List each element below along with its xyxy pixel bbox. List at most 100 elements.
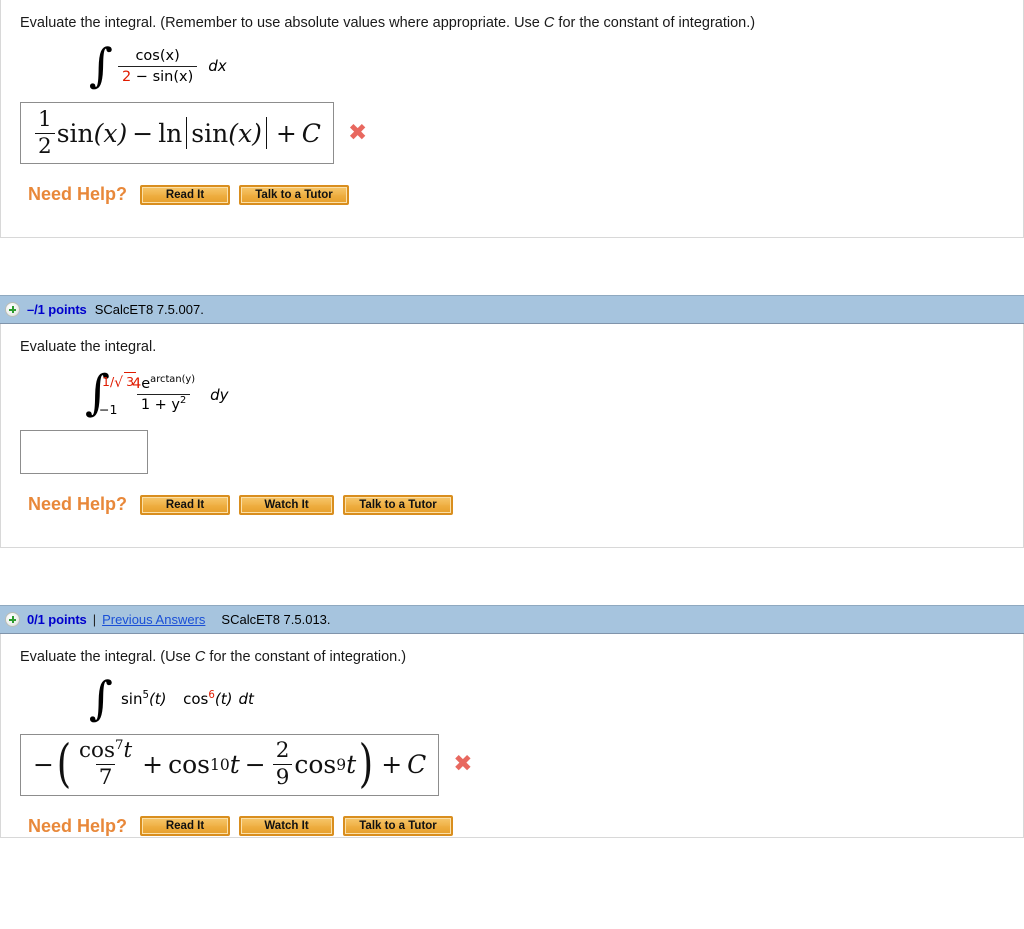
problem-3-prompt: Evaluate the integral. (Use C for the co… [1, 648, 1023, 667]
problem-1-prompt: Evaluate the integral. (Remember to use … [1, 14, 1023, 33]
prompt-text-part: for the constant of integration.) [554, 15, 756, 31]
watch-it-button[interactable]: Watch It [239, 494, 335, 515]
sin-argument-2: (x) [228, 118, 262, 148]
constant-c: C [407, 750, 427, 780]
leading-minus: − [33, 750, 54, 780]
problem-3-answer-row: − ( cos7t 7 + cos 10 t − 2 9 cos 9 t) +… [1, 733, 1023, 796]
integrand-3: sin5(t) cos6(t) [121, 690, 232, 708]
card-gap-1 [0, 238, 1024, 296]
denominator-exponent: 2 [180, 395, 187, 407]
points-label-3: 0/1 points [27, 612, 87, 628]
integrand-fraction-2: 4earctan(y) 1 + y2 [128, 375, 199, 414]
need-help-label: Need Help? [28, 184, 128, 205]
denominator-rest: − sin(x) [131, 68, 194, 85]
answer-input-3[interactable]: − ( cos7t 7 + cos 10 t − 2 9 cos 9 t) +… [20, 733, 440, 796]
numerator-exponent: arctan(y) [150, 374, 196, 386]
answer-3-expression: − ( cos7t 7 + cos 10 t − 2 9 cos 9 t) +… [33, 733, 427, 794]
problem-2-prompt: Evaluate the integral. [20, 339, 157, 356]
problem-2-answer-row [1, 430, 1023, 475]
cos-base-2: cos [168, 750, 210, 780]
var-t-3: t [346, 750, 357, 780]
talk-to-tutor-button[interactable]: Talk to a Tutor [343, 816, 454, 837]
header-separator: | [92, 612, 97, 628]
sin-arg: (t) [148, 690, 167, 709]
fraction-denominator: 2 − sin(x) [117, 65, 198, 86]
prompt-text-part: for the constant of integration.) [205, 649, 407, 666]
prompt-italic-c: C [194, 649, 206, 666]
fraction-numerator: 4earctan(y) [128, 375, 199, 394]
one-half-fraction: 1 2 [35, 106, 55, 159]
problem-3-help-row: Need Help? Read It Watch It Talk to a Tu… [1, 816, 1023, 837]
sin-function: sin [56, 118, 94, 148]
numerator: cos7t [76, 739, 135, 764]
problem-3-integral: ∫ sin5(t) cos6(t) dt [1, 671, 1023, 726]
need-help-label: Need Help? [28, 815, 128, 836]
denominator: 2 [35, 132, 55, 159]
abs-bar-right [265, 117, 267, 149]
sin-base: sin [120, 690, 143, 709]
read-it-button[interactable]: Read It [140, 494, 231, 515]
plus-operator: + [275, 118, 297, 148]
incorrect-x-icon: ✖ [453, 751, 473, 778]
plus-circle-icon[interactable] [5, 302, 20, 318]
abs-bar-left [186, 117, 188, 149]
problem-1-answer-row: 1 2 sin (x) − ln sin (x) + C ✖ [1, 102, 1023, 165]
cos-base: cos [78, 738, 115, 764]
talk-to-tutor-button[interactable]: Talk to a Tutor [343, 494, 454, 515]
cos-arg: (t) [214, 690, 233, 709]
radical-icon: √ [114, 375, 124, 392]
numerator: 1 [38, 106, 52, 132]
plus-operator: + [142, 750, 164, 780]
numerator-base: e [141, 375, 151, 392]
differential: dy [210, 385, 229, 404]
integral-sign-icon: ∫ [89, 671, 113, 726]
ln-function: ln [158, 118, 183, 148]
previous-answers-link[interactable]: Previous Answers [102, 612, 205, 627]
problem-1-help-row: Need Help? Read It Talk to a Tutor [1, 184, 1023, 205]
upper-limit-prefix: 1/ [102, 374, 115, 390]
sqrt-group: 3 [123, 372, 137, 390]
watch-it-button[interactable]: Watch It [239, 816, 335, 837]
integral-sign-icon: ∫ [89, 38, 113, 93]
radicand: 3 [124, 372, 137, 390]
constant-c: C [301, 118, 321, 148]
denominator: 7 [95, 764, 116, 790]
problem-card-3: Evaluate the integral. (Use C for the co… [0, 634, 1024, 838]
minus-operator: − [132, 118, 154, 148]
read-it-button[interactable]: Read It [140, 816, 231, 837]
lower-limit: −1 [99, 401, 118, 417]
cos-base-3: cos [294, 750, 337, 780]
prompt-italic-c: C [543, 15, 555, 31]
open-paren: ( [56, 733, 72, 794]
definite-integral: ∫ 1/√ 3 −1 [85, 369, 137, 418]
denominator-text: 1 + y [140, 397, 181, 414]
question-code-2: SCalcET8 7.5.007. [94, 302, 204, 318]
problem-2-help-row: Need Help? Read It Watch It Talk to a Tu… [1, 494, 1023, 515]
upper-limit: 1/√ 3 [102, 372, 137, 392]
var-t: t [123, 738, 133, 764]
prompt-text-part: Evaluate the integral. (Use [20, 649, 195, 666]
cos7-over-7-fraction: cos7t 7 [76, 739, 135, 790]
prompt-text-part: Evaluate the integral. (Remember to use … [20, 15, 544, 31]
problem-2-header: –/1 points SCalcET8 7.5.007. [0, 295, 1024, 325]
problem-1-integral: ∫ cos(x) 2 − sin(x) dx [1, 38, 1023, 93]
problem-2-integral: ∫ 1/√ 3 −1 4earctan(y) 1 + y2 dy [1, 369, 1023, 418]
plus-circle-icon[interactable] [5, 612, 20, 628]
problem-3-header: 0/1 points | Previous Answers SCalcET8 7… [0, 605, 1024, 635]
fraction-denominator: 1 + y2 [136, 394, 191, 414]
sin-argument: (x) [93, 118, 128, 148]
answer-input-1[interactable]: 1 2 sin (x) − ln sin (x) + C [20, 102, 334, 165]
incorrect-x-icon: ✖ [347, 119, 368, 146]
talk-to-tutor-button[interactable]: Talk to a Tutor [239, 184, 350, 205]
differential: dx [208, 57, 227, 76]
numerator: 2 [275, 738, 290, 764]
problem-block-2: –/1 points SCalcET8 7.5.007. Evaluate th… [0, 295, 1024, 549]
cos-base: cos [183, 690, 209, 709]
answer-input-2[interactable] [20, 430, 148, 475]
differential: dt [238, 690, 254, 709]
minus-operator: − [244, 750, 266, 780]
card-gap-2 [0, 548, 1024, 606]
integrand-fraction: cos(x) 2 − sin(x) [117, 47, 198, 86]
read-it-button[interactable]: Read It [140, 184, 231, 205]
denominator-coefficient: 2 [121, 68, 132, 85]
